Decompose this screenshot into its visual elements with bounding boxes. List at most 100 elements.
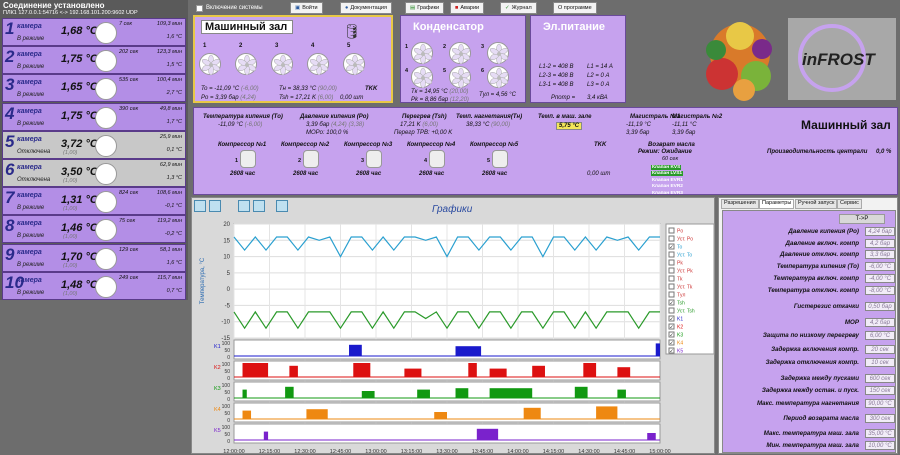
infrost-logo: inFROST <box>802 50 875 69</box>
main1-pressure: 3,39 бар <box>626 130 650 136</box>
param-input[interactable]: 4,2 бар <box>865 318 895 327</box>
alarms-button[interactable]: ■ Аварии <box>450 2 485 14</box>
chamber-card[interactable]: 10 камера В режиме 1,48 °C (1,00) 249 сек 115,… <box>2 271 186 300</box>
legend-checkbox[interactable] <box>668 251 675 258</box>
compressor-1[interactable]: Компрессор №1 1 2608 час <box>218 140 282 184</box>
voltage-l23: L2-3 = 408 В <box>539 73 574 79</box>
fan-icon <box>95 50 117 73</box>
param-label: Задержка между остан. и пуск. <box>761 387 859 394</box>
chamber-timer: 390 сек <box>119 105 139 112</box>
legend-checkbox[interactable] <box>668 275 675 282</box>
power-panel[interactable]: Эл.питание L1-2 = 408 В L2-3 = 408 В L3-… <box>530 15 626 103</box>
legend-checkbox[interactable] <box>668 267 675 274</box>
compressor-2[interactable]: Компрессор №2 2 2608 час <box>281 140 345 184</box>
login-button[interactable]: ▣ Войти <box>290 2 323 14</box>
room-temp-label: Темп. в маш. зале <box>538 114 592 120</box>
param-input[interactable]: -6,00 °C <box>865 262 895 271</box>
legend-checkbox[interactable] <box>668 307 675 314</box>
enable-system-checkbox[interactable] <box>196 4 203 12</box>
param-input[interactable]: 10 сек <box>865 358 895 367</box>
compressor-burst <box>655 343 660 356</box>
save-chart-icon[interactable] <box>276 200 288 212</box>
param-input[interactable]: 150 сек <box>865 386 895 395</box>
chart-area[interactable]: 20151050-5-10-15Температура, °C100500K11… <box>192 216 716 455</box>
zoom-vertical-icon[interactable] <box>209 200 221 212</box>
chamber-card[interactable]: 6 камера Отключена 3,50 °C (1,00) 62,9 мин 1,3… <box>2 159 186 187</box>
param-input[interactable]: 600 сек <box>865 374 895 383</box>
param-input[interactable]: 90,00 °C <box>865 399 895 408</box>
param-input[interactable]: -4,00 °C <box>865 274 895 283</box>
param-input[interactable]: 20 сек <box>865 345 895 354</box>
chamber-card[interactable]: 1 камера В режиме 1,68 °C 7 сек 109,3 мин 1,6 … <box>2 18 186 46</box>
compressor-5[interactable]: Компрессор №5 5 2608 час <box>470 140 534 184</box>
tab-1[interactable]: Параметры <box>759 199 795 209</box>
valve-indicator: Клапан EVR3 <box>652 190 683 196</box>
param-label: Температура включ. компр <box>773 275 859 282</box>
legend-checkbox[interactable] <box>668 259 675 266</box>
compressor-3[interactable]: Компрессор №3 3 2608 час <box>344 140 408 184</box>
param-input[interactable]: -8,00 °C <box>865 286 895 295</box>
param-input[interactable]: 3,3 бар <box>865 250 895 259</box>
fan-number: 3 <box>275 43 279 49</box>
enable-system-label: Включение системы <box>206 5 263 11</box>
y-tick-label: 10 <box>223 255 230 261</box>
legend-item: K4 <box>677 341 683 347</box>
about-button[interactable]: О программе <box>553 2 597 14</box>
param-input[interactable]: 4,24 бар <box>865 227 895 236</box>
legend-checkbox[interactable] <box>668 227 675 234</box>
compressor-burst <box>647 433 656 440</box>
superheat-value: 17,21 K <box>400 122 421 128</box>
chamber-evaporator-temp: 1,6 °C <box>166 259 182 266</box>
superheat-label: Перегрев (Tsh) <box>402 114 447 120</box>
legend-item: Уст. Pk <box>677 269 693 275</box>
legend-checkbox[interactable] <box>668 235 675 242</box>
tab-2[interactable]: Ручной запуск <box>795 199 838 209</box>
journal-button[interactable]: ✓ Журнал <box>500 2 537 14</box>
chamber-evaporator-temp: 1,5 °C <box>166 62 182 69</box>
chamber-runtime: 58,1 мин <box>159 246 182 253</box>
chamber-evaporator-temp: 0,7 °C <box>166 287 182 294</box>
chamber-card[interactable]: 3 камера В режиме 1,65 °C 535 сек 100,4 мин 2,… <box>2 74 186 103</box>
tn-setpoint: (90,00) <box>317 86 337 92</box>
chamber-timer: 7 сек <box>119 21 132 27</box>
chamber-card[interactable]: 9 камера В режиме 1,70 °C (1,00) 129 сек 58,1 … <box>2 243 186 272</box>
param-label: Давление включ. компр <box>785 240 859 247</box>
chamber-card[interactable]: 2 камера В режиме 1,75 °C 202 сек 123,3 мин 1,… <box>2 46 186 75</box>
to-setpoint: (-6,00) <box>240 86 259 92</box>
param-input[interactable]: 6,00 °C <box>865 331 895 340</box>
chamber-card[interactable]: 7 камера В режиме 1,31 °C (1,00) 824 сек 108,6… <box>2 187 186 216</box>
check-icon: ✓ <box>670 341 674 347</box>
machine-room-panel[interactable]: Машинный зал 🛢 To = -11,09 °C (-6,00) Po… <box>193 15 393 103</box>
charts-button[interactable]: ▤ Графики <box>405 2 445 14</box>
chamber-card[interactable]: 4 камера В режиме 1,75 °C 390 сек 49,8 мин 1,7… <box>2 102 186 131</box>
legend-item: Уст. Tk <box>677 285 693 291</box>
chamber-runtime: 62,9 мин <box>159 162 182 168</box>
legend-checkbox[interactable] <box>668 291 675 298</box>
compressor-burst <box>596 406 618 419</box>
docs-button[interactable]: ● Документация <box>340 2 392 14</box>
chamber-timer: 75 сек <box>119 218 136 225</box>
tab-3[interactable]: Сервис <box>837 199 862 209</box>
legend-checkbox[interactable] <box>668 283 675 290</box>
zoom-fit-icon[interactable] <box>194 200 206 212</box>
param-label: Температура кипения (To) <box>776 263 859 270</box>
condenser-panel[interactable]: Конденсатор Tк = 14,95 °C (20,00) Pk = 8… <box>400 15 526 103</box>
fan-icon <box>95 22 117 44</box>
enable-system-toggle[interactable]: Включение системы <box>196 2 263 14</box>
param-input[interactable]: 35,00 °C <box>865 429 895 438</box>
zoom-horizontal-icon[interactable] <box>253 200 265 212</box>
chamber-card[interactable]: 5 камера Отключена 3,72 °C (1,00) 25,9 мин 0,1… <box>2 130 186 159</box>
main2-pressure: 3,39 бар <box>672 130 696 136</box>
param-input[interactable]: 300 сек <box>865 414 895 423</box>
chamber-setpoint: (1,00) <box>63 206 78 213</box>
param-input[interactable]: 0,50 бар <box>865 302 895 311</box>
tab-0[interactable]: Разрешения <box>721 199 759 209</box>
compressor-4[interactable]: Компрессор №4 4 2608 час <box>407 140 471 184</box>
t-to-p-button[interactable]: T->P <box>839 214 885 224</box>
pan-icon[interactable] <box>238 200 250 212</box>
param-input[interactable]: 10,00 °C <box>865 441 895 450</box>
chamber-card[interactable]: 8 камера В режиме 1,46 °C (1,00) 75 сек 119,2 … <box>2 215 186 244</box>
main2-temp: -11,11 °C <box>672 122 697 128</box>
param-label: Задержка отключения компр. <box>765 359 859 366</box>
param-input[interactable]: 4,2 бар <box>865 239 895 248</box>
